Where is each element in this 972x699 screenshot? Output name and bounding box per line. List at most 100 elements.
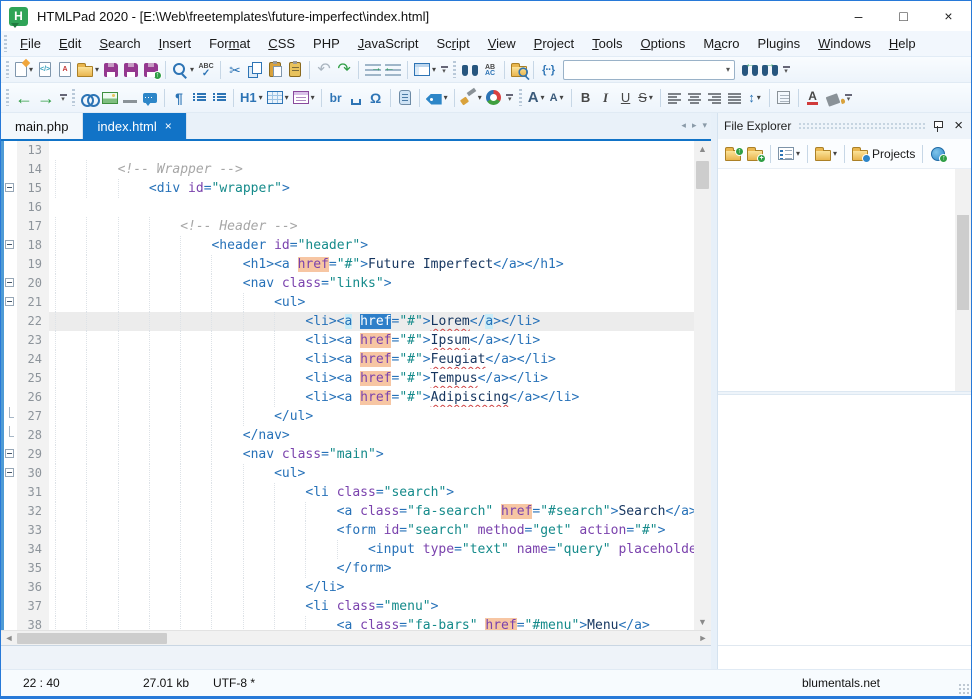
tab-scroll-right-icon[interactable]: ▸ bbox=[692, 120, 697, 131]
spell-check-icon[interactable]: ABC✓ bbox=[196, 59, 216, 81]
unordered-list-icon[interactable] bbox=[189, 87, 209, 109]
scrollbar-thumb[interactable] bbox=[696, 161, 709, 189]
fold-marker[interactable] bbox=[4, 464, 17, 483]
resize-grip[interactable] bbox=[958, 683, 969, 694]
code-line[interactable]: 28</nav> bbox=[4, 426, 694, 445]
projects-button[interactable]: Projects bbox=[850, 143, 917, 165]
font-color-icon[interactable]: A bbox=[803, 87, 823, 109]
code-line[interactable]: 16 bbox=[4, 198, 694, 217]
new-folder-icon[interactable]: + bbox=[745, 143, 765, 165]
outdent-icon[interactable]: ← bbox=[383, 59, 403, 81]
justify-icon[interactable] bbox=[725, 87, 745, 109]
pin-icon[interactable] bbox=[933, 120, 942, 133]
menu-item-php[interactable]: PHP bbox=[304, 33, 349, 54]
insert-tag-icon[interactable]: ▾ bbox=[424, 87, 450, 109]
close-tab-icon[interactable]: × bbox=[165, 120, 172, 132]
save-publish-icon[interactable]: ↑ bbox=[141, 59, 161, 81]
open-file-icon[interactable]: ▾ bbox=[75, 59, 101, 81]
scroll-up-icon[interactable]: ▲ bbox=[694, 141, 711, 157]
menu-item-macro[interactable]: Macro bbox=[694, 33, 748, 54]
menu-item-script[interactable]: Script bbox=[427, 33, 478, 54]
code-line[interactable]: 15<div id="wrapper"> bbox=[4, 179, 694, 198]
toolbar-overflow-icon[interactable]: ▾ bbox=[780, 59, 792, 81]
code-line[interactable]: 21<ul> bbox=[4, 293, 694, 312]
underline-icon[interactable]: U bbox=[616, 87, 636, 109]
fold-marker[interactable] bbox=[4, 274, 17, 293]
replace-icon[interactable]: ABAC bbox=[480, 59, 500, 81]
editor-vertical-scrollbar[interactable]: ▲ ▼ bbox=[694, 141, 711, 630]
code-line[interactable]: 18<header id="header"> bbox=[4, 236, 694, 255]
open-parent-folder-icon[interactable]: ↑ bbox=[723, 143, 743, 165]
menu-item-options[interactable]: Options bbox=[632, 33, 695, 54]
tab-index-html[interactable]: index.html× bbox=[83, 113, 186, 139]
code-line[interactable]: 33<form id="search" method="get" action=… bbox=[4, 521, 694, 540]
horizontal-rule-icon[interactable] bbox=[120, 87, 140, 109]
fold-marker[interactable] bbox=[4, 407, 17, 426]
indent-icon[interactable]: → bbox=[363, 59, 383, 81]
code-line[interactable]: 27</ul> bbox=[4, 407, 694, 426]
line-break-icon[interactable]: br bbox=[326, 87, 346, 109]
code-line[interactable]: 19<h1><a href="#">Future Imperfect</a></… bbox=[4, 255, 694, 274]
collapse-icon[interactable] bbox=[5, 183, 14, 192]
fold-marker[interactable] bbox=[4, 293, 17, 312]
fill-color-icon[interactable] bbox=[823, 87, 843, 109]
code-line[interactable]: 30<ul> bbox=[4, 464, 694, 483]
code-browser-icon[interactable]: {··} bbox=[538, 59, 558, 81]
strikethrough-icon[interactable]: S▾ bbox=[636, 87, 656, 109]
align-right-icon[interactable] bbox=[705, 87, 725, 109]
toolbar-overflow-icon[interactable]: ▾ bbox=[57, 87, 69, 109]
ordered-list-icon[interactable] bbox=[209, 87, 229, 109]
fold-marker[interactable] bbox=[4, 426, 17, 445]
close-button[interactable]: × bbox=[926, 2, 971, 31]
scroll-down-icon[interactable]: ▼ bbox=[694, 614, 711, 630]
fold-marker[interactable] bbox=[4, 445, 17, 464]
code-line[interactable]: 13 bbox=[4, 141, 694, 160]
cut-icon[interactable]: ✂ bbox=[225, 59, 245, 81]
scroll-down-icon[interactable] bbox=[955, 375, 972, 391]
heading-icon[interactable]: H1▾ bbox=[238, 87, 265, 109]
paragraph-icon[interactable]: ¶ bbox=[169, 87, 189, 109]
collapse-icon[interactable] bbox=[5, 240, 14, 249]
code-line[interactable]: 14<!-- Wrapper --> bbox=[4, 160, 694, 179]
new-document-icon[interactable]: ▾ bbox=[13, 59, 35, 81]
find-in-files-icon[interactable] bbox=[509, 59, 529, 81]
code-line[interactable]: 36</li> bbox=[4, 578, 694, 597]
code-line[interactable]: 38<a class="fa-bars" href="#menu">Menu</… bbox=[4, 616, 694, 630]
scrollbar-thumb[interactable] bbox=[17, 633, 167, 644]
panel-grip[interactable] bbox=[798, 122, 926, 130]
code-line[interactable]: 23<li><a href="#">Ipsum</a></li> bbox=[4, 331, 694, 350]
publish-project-icon[interactable]: ↑ bbox=[928, 143, 948, 165]
menu-item-help[interactable]: Help bbox=[880, 33, 925, 54]
menu-item-tools[interactable]: Tools bbox=[583, 33, 631, 54]
paste-icon[interactable] bbox=[265, 59, 285, 81]
close-panel-icon[interactable]: × bbox=[952, 119, 965, 133]
collapse-icon[interactable] bbox=[5, 449, 14, 458]
undo-icon[interactable]: ↶ bbox=[314, 59, 334, 81]
scroll-up-icon[interactable] bbox=[955, 169, 972, 185]
new-html-page-icon[interactable]: A bbox=[55, 59, 75, 81]
menu-item-plugins[interactable]: Plugins bbox=[748, 33, 809, 54]
format-painter-icon[interactable]: ▾ bbox=[459, 87, 484, 109]
italic-icon[interactable]: I bbox=[596, 87, 616, 109]
paragraph-style-icon[interactable] bbox=[774, 87, 794, 109]
menu-item-windows[interactable]: Windows bbox=[809, 33, 880, 54]
code-line[interactable]: 34<input type="text" name="query" placeh… bbox=[4, 540, 694, 559]
menu-item-file[interactable]: File bbox=[11, 33, 50, 54]
menu-item-search[interactable]: Search bbox=[90, 33, 149, 54]
find-previous-icon[interactable]: ← bbox=[740, 59, 760, 81]
insert-script-icon[interactable] bbox=[395, 87, 415, 109]
non-breaking-space-icon[interactable] bbox=[346, 87, 366, 109]
clipboard-viewer-icon[interactable] bbox=[285, 59, 305, 81]
align-center-icon[interactable] bbox=[685, 87, 705, 109]
menu-item-format[interactable]: Format bbox=[200, 33, 259, 54]
scrollbar-thumb[interactable] bbox=[957, 215, 969, 310]
scroll-left-icon[interactable]: ◄ bbox=[1, 631, 17, 646]
search-term-combobox[interactable]: ▾ bbox=[563, 60, 735, 80]
align-left-icon[interactable] bbox=[665, 87, 685, 109]
code-line[interactable]: 24<li><a href="#">Feugiat</a></li> bbox=[4, 350, 694, 369]
menu-item-project[interactable]: Project bbox=[525, 33, 583, 54]
new-from-template-icon[interactable]: </> bbox=[35, 59, 55, 81]
save-all-icon[interactable] bbox=[121, 59, 141, 81]
decrease-font-icon[interactable]: A▾ bbox=[547, 87, 567, 109]
tab-main-php[interactable]: main.php bbox=[1, 113, 83, 139]
